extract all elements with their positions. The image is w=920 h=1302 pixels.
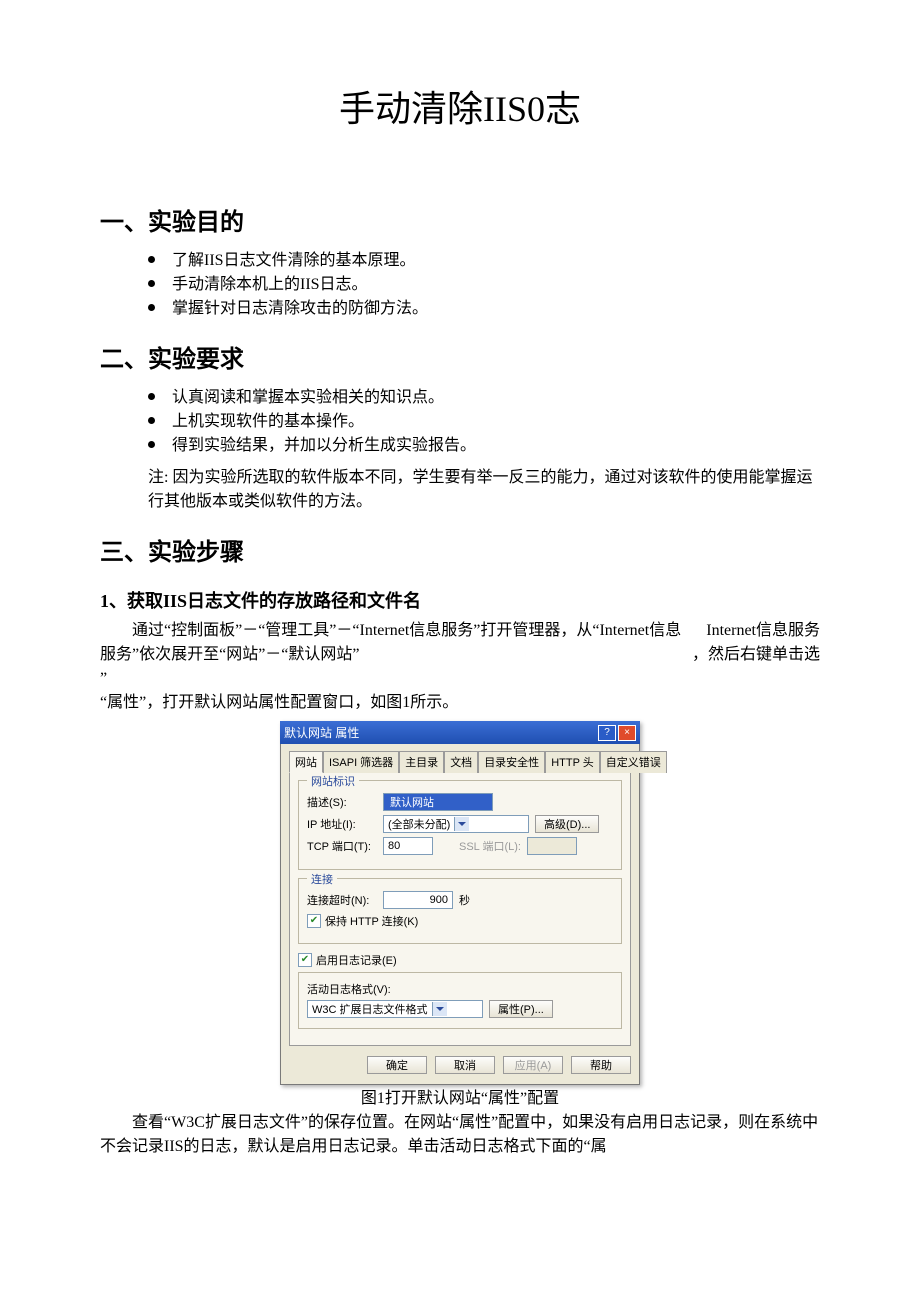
dialog-figure: 默认网站 属性 ? × 网站 ISAPI 筛选器 主目录 文档 目录安全性 HT… (100, 721, 820, 1085)
close-quote: ” (100, 667, 820, 691)
apply-button[interactable]: 应用(A) (503, 1056, 563, 1074)
ok-button[interactable]: 确定 (367, 1056, 427, 1074)
titlebar-help-button[interactable]: ? (598, 725, 616, 741)
keep-http-label: 保持 HTTP 连接(K) (325, 913, 418, 929)
section-3-heading: 三、实验步骤 (100, 532, 820, 567)
group-logging: 活动日志格式(V): W3C 扩展日志文件格式 属性(P)... (298, 972, 622, 1029)
ip-value: (全部未分配) (388, 816, 450, 832)
right-fragment-2: ，然后右键单击选 (692, 643, 820, 667)
dialog-titlebar[interactable]: 默认网站 属性 ? × (280, 721, 640, 744)
group-identity-title: 网站标识 (307, 773, 359, 789)
tab-isapi[interactable]: ISAPI 筛选器 (323, 751, 399, 773)
chevron-down-icon (454, 817, 469, 831)
group-connection: 连接 连接超时(N): 900 秒 保持 HTTP 连接(K) (298, 878, 622, 944)
page: 手动清除IIS0志 一、实验目的 了解IIS日志文件清除的基本原理。 手动清除本… (0, 0, 920, 1302)
ip-label: IP 地址(I): (307, 816, 377, 832)
tcp-input[interactable]: 80 (383, 837, 433, 855)
list-item: 上机实现软件的基本操作。 (148, 410, 820, 434)
step-1-para1-wrap: Internet信息服务 ，然后右键单击选 通过“控制面板”－“管理工具”－“I… (100, 619, 820, 691)
step-1-para2: “属性”，打开默认网站属性配置窗口，如图1所示。 (100, 691, 820, 715)
group-connection-title: 连接 (307, 871, 337, 887)
enable-logging-checkbox[interactable] (298, 953, 312, 967)
logfmt-combo[interactable]: W3C 扩展日志文件格式 (307, 1000, 483, 1018)
logfmt-label: 活动日志格式(V): (307, 981, 613, 997)
ssl-label: SSL 端口(L): (459, 838, 521, 854)
doc-title: 手动清除IIS0志 (100, 80, 820, 132)
tab-dirsec[interactable]: 目录安全性 (478, 751, 545, 773)
section-1-heading: 一、实验目的 (100, 202, 820, 237)
section-1-list: 了解IIS日志文件清除的基本原理。 手动清除本机上的IIS日志。 掌握针对日志清… (100, 249, 820, 321)
tabs: 网站 ISAPI 筛选器 主目录 文档 目录安全性 HTTP 头 自定义错误 (289, 750, 631, 772)
tcp-label: TCP 端口(T): (307, 838, 377, 854)
step-1-heading: 1、获取IIS日志文件的存放路径和文件名 (100, 587, 820, 613)
tab-home[interactable]: 主目录 (399, 751, 444, 773)
timeout-label: 连接超时(N): (307, 892, 377, 908)
list-item: 手动清除本机上的IIS日志。 (148, 273, 820, 297)
section-2-list: 认真阅读和掌握本实验相关的知识点。 上机实现软件的基本操作。 得到实验结果，并加… (100, 386, 820, 458)
log-properties-button[interactable]: 属性(P)... (489, 1000, 553, 1018)
group-identity: 网站标识 描述(S): 默认网站 IP 地址(I): (全部未分配) 高级(D)… (298, 780, 622, 870)
section-2-heading: 二、实验要求 (100, 339, 820, 374)
tab-docs[interactable]: 文档 (444, 751, 478, 773)
figure-1-caption: 图1打开默认网站“属性”配置 (100, 1087, 820, 1111)
advanced-button[interactable]: 高级(D)... (535, 815, 599, 833)
ssl-input (527, 837, 577, 855)
tab-custerr[interactable]: 自定义错误 (600, 751, 667, 773)
keep-http-checkbox[interactable] (307, 914, 321, 928)
step-1-para3: 查看“W3C扩展日志文件”的保存位置。在网站“属性”配置中，如果没有启用日志记录… (100, 1111, 820, 1159)
section-2-note: 注: 因为实验所选取的软件版本不同，学生要有举一反三的能力，通过对该软件的使用能… (100, 466, 820, 514)
right-fragment-1: Internet信息服务 (706, 619, 820, 643)
tab-panel: 网站标识 描述(S): 默认网站 IP 地址(I): (全部未分配) 高级(D)… (289, 771, 631, 1046)
desc-input[interactable]: 默认网站 (383, 793, 493, 811)
desc-label: 描述(S): (307, 794, 377, 810)
tab-http[interactable]: HTTP 头 (545, 751, 600, 773)
list-item: 了解IIS日志文件清除的基本原理。 (148, 249, 820, 273)
dialog-button-bar: 确定 取消 应用(A) 帮助 (289, 1046, 631, 1074)
cancel-button[interactable]: 取消 (435, 1056, 495, 1074)
titlebar-close-button[interactable]: × (618, 725, 636, 741)
list-item: 掌握针对日志清除攻击的防御方法。 (148, 297, 820, 321)
help-button[interactable]: 帮助 (571, 1056, 631, 1074)
timeout-input[interactable]: 900 (383, 891, 453, 909)
dialog-body: 网站 ISAPI 筛选器 主目录 文档 目录安全性 HTTP 头 自定义错误 网… (280, 744, 640, 1085)
seconds-label: 秒 (459, 892, 470, 908)
tab-website[interactable]: 网站 (289, 751, 323, 773)
dialog-title: 默认网站 属性 (284, 724, 359, 741)
enable-logging-label: 启用日志记录(E) (316, 952, 397, 968)
ip-combo[interactable]: (全部未分配) (383, 815, 529, 833)
list-item: 得到实验结果，并加以分析生成实验报告。 (148, 434, 820, 458)
logfmt-value: W3C 扩展日志文件格式 (312, 1001, 428, 1017)
chevron-down-icon (432, 1002, 447, 1016)
list-item: 认真阅读和掌握本实验相关的知识点。 (148, 386, 820, 410)
properties-dialog: 默认网站 属性 ? × 网站 ISAPI 筛选器 主目录 文档 目录安全性 HT… (280, 721, 640, 1085)
